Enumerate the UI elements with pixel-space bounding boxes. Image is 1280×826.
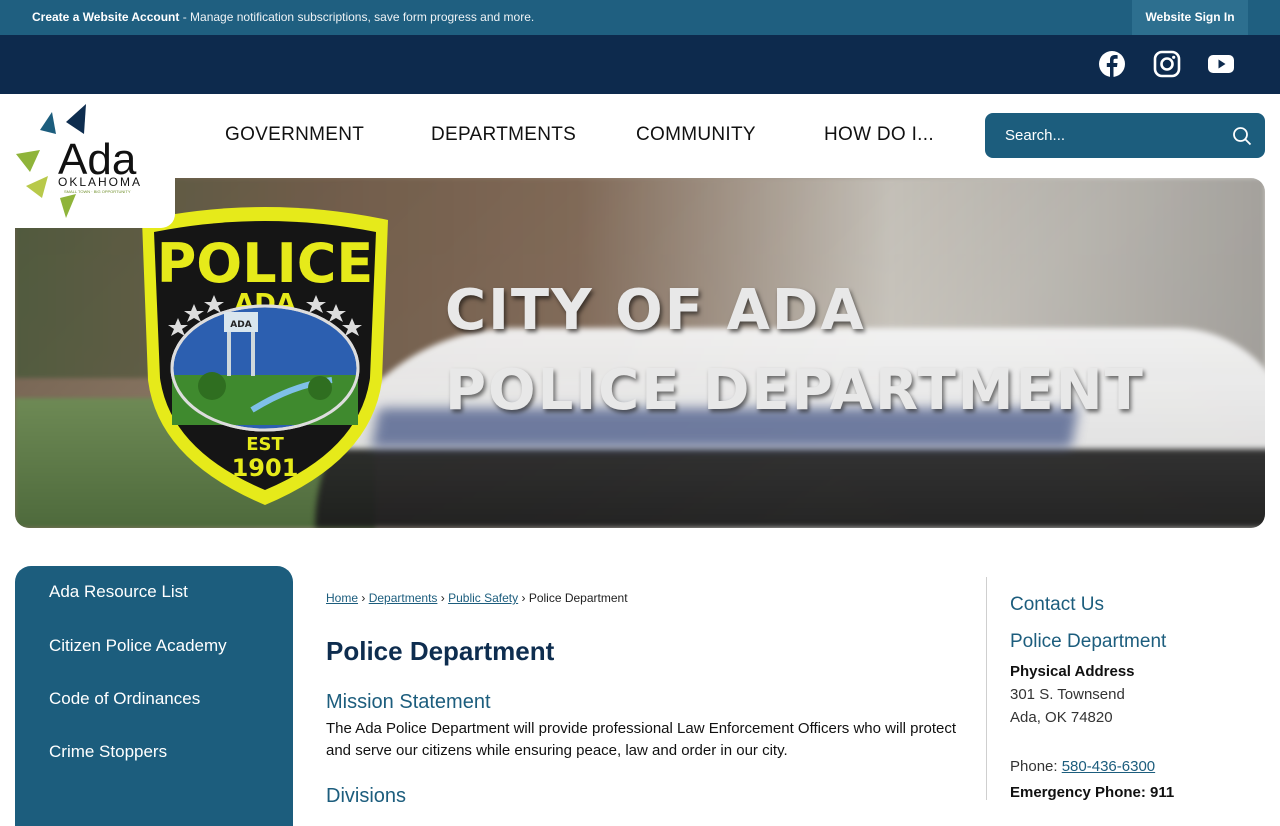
ada-logo-mark: Ada OKLAHOMA SMALL TOWN · BIG OPPORTUNIT… [16,104,142,218]
logo-state: OKLAHOMA [58,175,142,189]
create-account-link[interactable]: Create a Website Account [32,10,179,24]
divisions-heading: Divisions [326,785,407,807]
sidebar-item-crime-stoppers[interactable]: Crime Stoppers [49,742,167,762]
nav-government[interactable]: GOVERNMENT [225,124,364,146]
youtube-icon[interactable] [1206,49,1236,79]
police-badge: POLICE ADA ADA EST 1901 [142,207,388,505]
banner-title-line2: POLICE DEPARTMENT [445,358,1145,423]
account-bar: Create a Website Account - Manage notifi… [0,0,1280,35]
mission-heading: Mission Statement [326,691,491,713]
emergency-phone: Emergency Phone: 911 [1010,784,1175,801]
sidebar-item-citizen-police-academy[interactable]: Citizen Police Academy [49,636,227,656]
account-description: - Manage notification subscriptions, sav… [179,10,535,24]
sidebar-nav: Ada Resource List Citizen Police Academy… [15,566,293,826]
account-prompt: Create a Website Account - Manage notifi… [32,10,534,24]
nav-community[interactable]: COMMUNITY [636,124,756,146]
badge-year-text: 1901 [232,454,299,482]
breadcrumb-public-safety[interactable]: Public Safety [448,591,518,605]
contact-dept-name[interactable]: Police Department [1010,631,1166,653]
search-input[interactable] [985,113,1225,158]
site-logo[interactable]: Ada OKLAHOMA SMALL TOWN · BIG OPPORTUNIT… [0,94,175,228]
phone-label: Phone: [1010,758,1062,775]
hero-banner: POLICE ADA ADA EST 1901 CITY OF ADA POLI… [15,178,1265,528]
breadcrumb: Home › Departments › Public Safety › Pol… [326,591,628,605]
phone-link[interactable]: 580-436-6300 [1062,758,1155,775]
mission-text: The Ada Police Department will provide p… [326,720,957,759]
breadcrumb-current: Police Department [528,591,628,605]
page-title: Police Department [326,636,555,666]
nav-departments[interactable]: DEPARTMENTS [431,124,576,146]
phone-row: Phone: 580-436-6300 [1010,758,1155,775]
search-box [985,113,1265,158]
instagram-icon[interactable] [1152,49,1182,79]
logo-tagline: SMALL TOWN · BIG OPPORTUNITY [64,189,131,194]
banner-title-line1: CITY OF ADA [445,278,866,343]
breadcrumb-home[interactable]: Home [326,591,358,605]
facebook-icon[interactable] [1097,49,1127,79]
nav-how-do-i[interactable]: HOW DO I... [824,124,934,146]
sidebar-item-ada-resource-list[interactable]: Ada Resource List [49,582,188,602]
badge-tower-text: ADA [230,320,251,330]
website-sign-in-button[interactable]: Website Sign In [1132,0,1248,35]
address-line1: 301 S. Townsend [1010,686,1125,703]
badge-est-text: EST [246,434,284,455]
address-label: Physical Address [1010,663,1135,680]
column-divider [986,577,987,800]
sidebar-item-code-of-ordinances[interactable]: Code of Ordinances [49,689,200,709]
breadcrumb-separator: › [440,591,445,605]
search-icon[interactable] [1232,126,1252,146]
breadcrumb-separator: › [521,591,526,605]
social-bar [0,35,1280,94]
address-line2: Ada, OK 74820 [1010,709,1113,726]
breadcrumb-separator: › [361,591,366,605]
breadcrumb-departments[interactable]: Departments [369,591,438,605]
contact-heading: Contact Us [1010,594,1104,615]
badge-police-text: POLICE [157,232,374,295]
